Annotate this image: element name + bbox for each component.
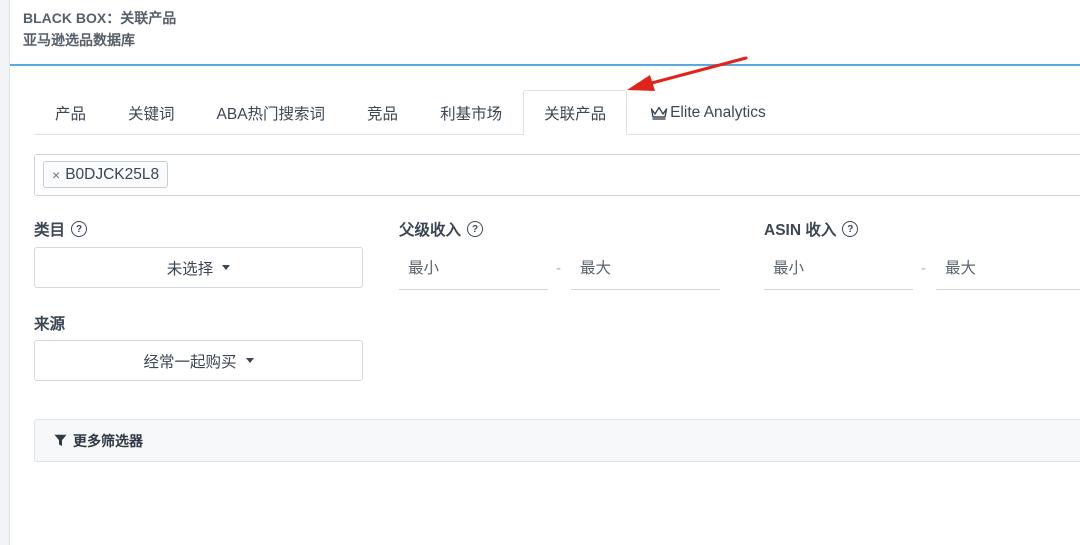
category-label: 类目 ? bbox=[34, 218, 88, 240]
help-icon[interactable]: ? bbox=[842, 221, 859, 237]
remove-tag-icon[interactable]: × bbox=[52, 167, 60, 183]
category-select-value: 未选择 bbox=[166, 260, 214, 278]
tab-elite-analytics[interactable]: Elite Analytics bbox=[627, 90, 787, 134]
tab-label: 关键词 bbox=[128, 105, 175, 123]
range-separator: - bbox=[556, 260, 561, 277]
page-title: BLACK BOX：关联产品 bbox=[23, 10, 177, 26]
crown-icon bbox=[650, 106, 668, 120]
range-separator: - bbox=[921, 260, 926, 277]
source-select[interactable]: 经常一起购买 bbox=[34, 340, 363, 381]
tab-related-products[interactable]: 关联产品 bbox=[523, 90, 628, 135]
page-subtitle: 亚马逊选品数据库 bbox=[23, 32, 135, 48]
left-sidebar-edge bbox=[0, 0, 10, 545]
parent-revenue-label: 父级收入 ? bbox=[399, 218, 484, 240]
source-select-value: 经常一起购买 bbox=[143, 353, 237, 371]
tab-label: 产品 bbox=[55, 105, 87, 123]
more-filters-label: 更多筛选器 bbox=[73, 432, 143, 449]
source-label-text: 来源 bbox=[34, 316, 66, 333]
asin-tag: × B0DJCK25L8 bbox=[43, 161, 169, 188]
tab-niche-market[interactable]: 利基市场 bbox=[419, 90, 523, 134]
filter-funnel-icon bbox=[54, 434, 67, 447]
tab-aba-search-terms[interactable]: ABA热门搜索词 bbox=[196, 90, 347, 134]
category-select[interactable]: 未选择 bbox=[34, 247, 363, 288]
tab-competitors[interactable]: 竞品 bbox=[346, 90, 419, 134]
source-label: 来源 bbox=[34, 312, 65, 334]
asin-revenue-min-input[interactable] bbox=[764, 248, 913, 290]
asin-tag-input[interactable]: × B0DJCK25L8 bbox=[34, 154, 1080, 196]
asin-tag-label: B0DJCK25L8 bbox=[65, 165, 160, 183]
more-filters-toggle[interactable]: 更多筛选器 bbox=[34, 419, 1080, 462]
category-label-text: 类目 bbox=[34, 222, 66, 239]
tab-label: 关联产品 bbox=[544, 106, 607, 123]
parent-revenue-min-input[interactable] bbox=[399, 248, 548, 290]
help-icon[interactable]: ? bbox=[71, 221, 88, 237]
asin-revenue-label: ASIN 收入 ? bbox=[764, 218, 859, 240]
tab-products[interactable]: 产品 bbox=[34, 90, 107, 134]
asin-revenue-max-input[interactable] bbox=[936, 248, 1080, 290]
parent-revenue-label-text: 父级收入 bbox=[399, 222, 462, 239]
tab-label: Elite Analytics bbox=[670, 103, 766, 121]
caret-down-icon bbox=[245, 358, 254, 363]
tab-label: ABA热门搜索词 bbox=[216, 105, 326, 123]
parent-revenue-max-input[interactable] bbox=[571, 248, 720, 290]
tab-label: 竞品 bbox=[367, 105, 399, 123]
help-icon[interactable]: ? bbox=[467, 221, 484, 237]
tab-bar: 产品 关键词 ABA热门搜索词 竞品 利基市场 关联产品 Elite Analy… bbox=[34, 90, 1080, 135]
tab-keywords[interactable]: 关键词 bbox=[107, 90, 196, 134]
tab-label: 利基市场 bbox=[440, 105, 503, 123]
caret-down-icon bbox=[222, 265, 231, 270]
page-header: BLACK BOX：关联产品 亚马逊选品数据库 bbox=[10, 0, 1080, 66]
asin-revenue-label-text: ASIN 收入 bbox=[764, 222, 837, 239]
